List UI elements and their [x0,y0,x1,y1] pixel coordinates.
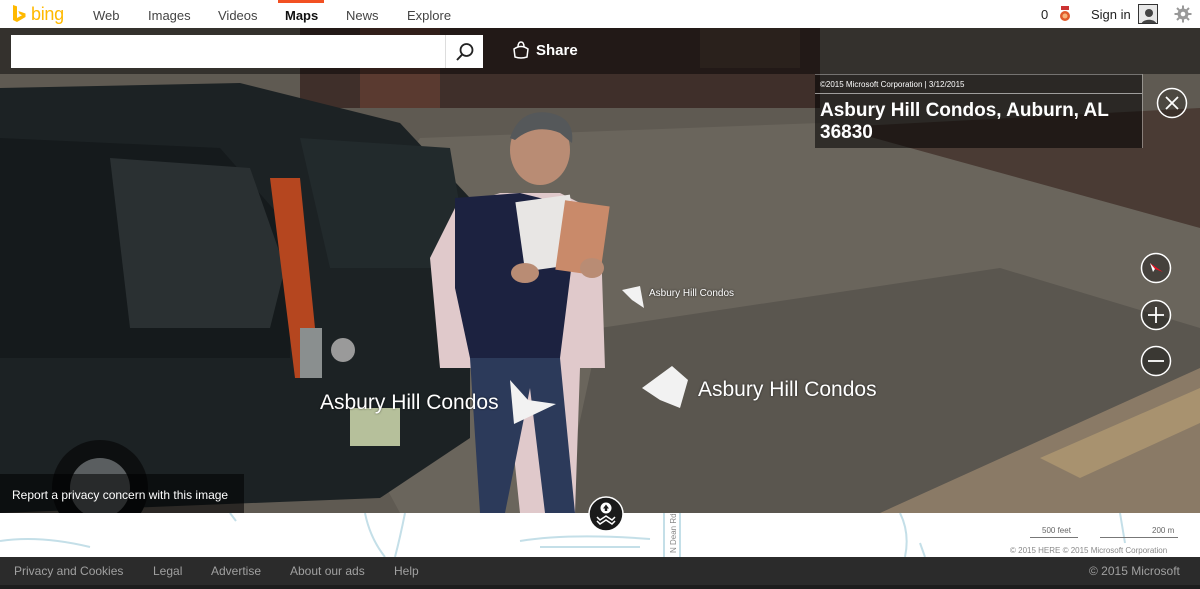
avatar-icon[interactable] [1138,4,1158,24]
active-tab-indicator [278,0,324,3]
scale-feet: 500 feet [1042,526,1071,535]
nav-videos[interactable]: Videos [218,8,258,23]
search-button[interactable] [445,35,483,68]
image-copyright: ©2015 Microsoft Corporation | 3/12/2015 [820,80,965,89]
home-navigation-icon[interactable] [588,496,624,532]
nav-maps[interactable]: Maps [285,8,318,23]
footer-privacy-link[interactable]: Privacy and Cookies [14,564,123,578]
footer-legal-link[interactable]: Legal [153,564,182,578]
street-label-right[interactable]: Asbury Hill Condos [698,378,877,402]
footer: Privacy and Cookies Legal Advertise Abou… [0,557,1200,585]
bing-logo[interactable]: bing [12,4,64,24]
search-icon [455,42,473,61]
zoom-out-icon[interactable] [1140,345,1172,377]
rewards-medal-icon[interactable] [1058,6,1072,22]
settings-gear-icon[interactable] [1174,5,1192,23]
bing-logo-icon [13,5,26,22]
share-bag-icon [513,41,529,59]
divider [815,93,1142,94]
search-input[interactable] [11,35,445,68]
footer-bottom-bar [0,585,1200,589]
sign-in-link[interactable]: Sign in [1091,7,1131,22]
nav-web[interactable]: Web [93,8,120,23]
scale-bar-meters [1100,537,1178,538]
footer-advertise-link[interactable]: Advertise [211,564,261,578]
divider [1142,74,1143,148]
street-label-far[interactable]: Asbury Hill Condos [649,288,734,299]
footer-help-link[interactable]: Help [394,564,419,578]
share-button[interactable]: Share [512,41,578,59]
nav-images[interactable]: Images [148,8,191,23]
minimap-street-label: N Dean Rd [669,513,678,553]
close-icon[interactable] [1156,87,1188,119]
nav-explore[interactable]: Explore [407,8,451,23]
privacy-concern-link[interactable]: Report a privacy concern with this image [0,474,244,513]
compass-icon[interactable] [1140,252,1172,284]
zoom-in-icon[interactable] [1140,299,1172,331]
location-info-panel: ©2015 Microsoft Corporation | 3/12/2015 … [815,74,1142,148]
scale-bar-feet [1030,537,1078,538]
rewards-count[interactable]: 0 [1041,7,1048,22]
address-title: Asbury Hill Condos, Auburn, AL 36830 [820,100,1109,143]
footer-about-ads-link[interactable]: About our ads [290,564,365,578]
scale-meters: 200 m [1152,526,1175,535]
map-copyright: © 2015 HERE © 2015 Microsoft Corporation [1010,546,1168,555]
brand-name: bing [31,4,64,24]
footer-copyright: © 2015 Microsoft [1089,564,1180,578]
nav-news[interactable]: News [346,8,379,23]
share-label: Share [536,41,578,59]
street-label-left[interactable]: Asbury Hill Condos [320,391,499,415]
top-navigation: bing Web Images Videos Maps News Explore… [0,0,1200,28]
streetside-viewport[interactable]: Share ©2015 Microsoft Corporation | 3/12… [0,28,1200,513]
